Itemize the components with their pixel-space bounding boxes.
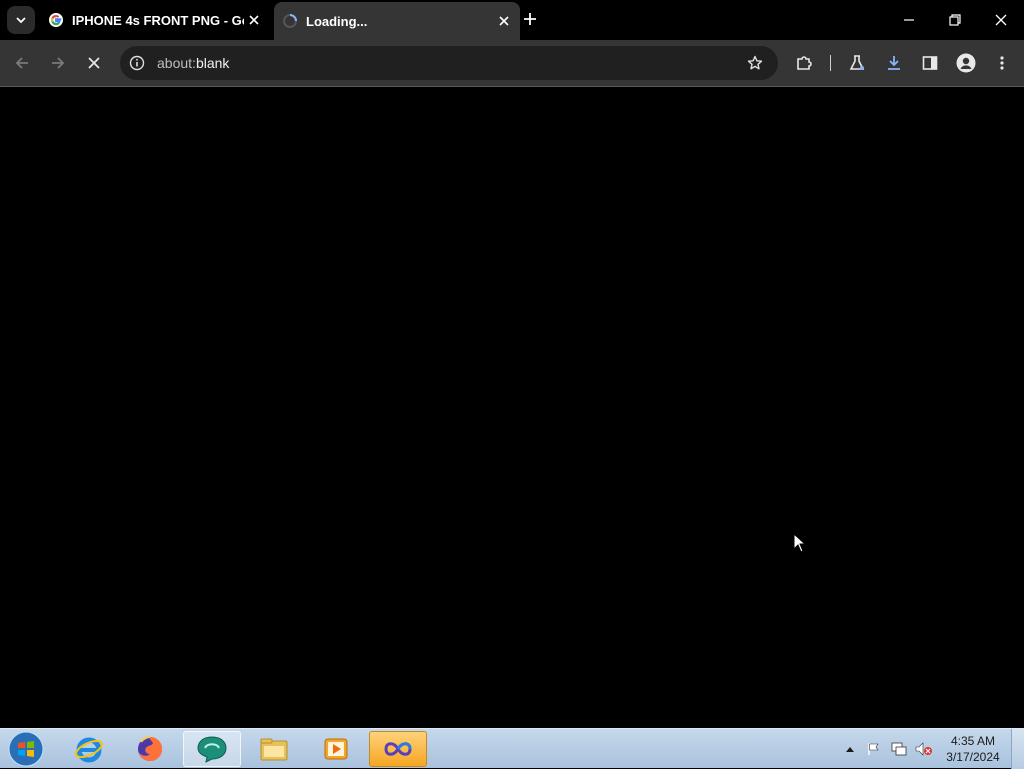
avatar-icon xyxy=(956,53,976,73)
taskbar: 4:35 AM 3/17/2024 xyxy=(0,728,1024,769)
spinner-icon xyxy=(282,13,298,29)
browser-toolbar: about:blank xyxy=(0,40,1024,86)
volume-muted-icon xyxy=(915,742,932,756)
download-icon xyxy=(888,56,900,70)
network-tray[interactable] xyxy=(888,729,910,769)
page-content[interactable] xyxy=(0,87,1024,728)
downloads-button[interactable] xyxy=(880,49,908,77)
firefox-icon xyxy=(138,736,163,761)
infinity-app-icon xyxy=(384,742,412,756)
minimize-button[interactable] xyxy=(886,0,932,40)
arrow-right-icon xyxy=(52,57,65,69)
forward-button[interactable] xyxy=(44,49,72,77)
menu-button[interactable] xyxy=(988,49,1016,77)
close-tab-icon[interactable] xyxy=(496,13,512,29)
taskbar-app-internet-explorer[interactable] xyxy=(60,731,118,767)
restore-button[interactable] xyxy=(932,0,978,40)
tab-google-search[interactable]: IPHONE 4s FRONT PNG - Google xyxy=(40,0,270,40)
side-panel-button[interactable] xyxy=(916,49,944,77)
flask-icon xyxy=(849,55,865,70)
google-icon xyxy=(48,12,64,28)
profile-button[interactable] xyxy=(952,49,980,77)
internet-explorer-icon xyxy=(75,737,103,763)
toolbar-separator xyxy=(830,55,831,71)
info-icon[interactable] xyxy=(128,54,146,72)
start-button[interactable] xyxy=(4,731,48,767)
clock-time: 4:35 AM xyxy=(950,734,996,748)
new-tab-button[interactable] xyxy=(519,8,541,30)
taskbar-app-file-explorer[interactable] xyxy=(245,731,303,767)
more-vertical-icon xyxy=(1000,56,1004,70)
minimize-icon xyxy=(904,19,914,21)
url-scheme: about: xyxy=(157,55,196,71)
close-window-button[interactable] xyxy=(978,0,1024,40)
tab-search-button[interactable] xyxy=(7,6,35,34)
extensions-button[interactable] xyxy=(790,49,818,77)
file-explorer-icon xyxy=(260,738,288,761)
clock-date: 3/17/2024 xyxy=(946,750,1000,764)
volume-tray[interactable] xyxy=(912,729,936,769)
close-icon xyxy=(995,14,1007,26)
tab-title: Loading... xyxy=(306,13,368,29)
address-bar[interactable]: about:blank xyxy=(120,46,778,80)
show-hidden-icons-button[interactable] xyxy=(843,729,857,769)
close-icon xyxy=(88,57,100,69)
media-player-icon xyxy=(324,738,348,760)
url-host: blank xyxy=(195,55,230,71)
windows-start-icon xyxy=(8,731,44,767)
plus-icon xyxy=(524,13,536,25)
tab-loading[interactable]: Loading... xyxy=(274,2,520,40)
chat-app-icon xyxy=(197,736,227,763)
taskbar-app-chat[interactable] xyxy=(183,731,241,767)
arrow-left-icon xyxy=(15,57,28,69)
taskbar-app-firefox[interactable] xyxy=(121,731,179,767)
labs-button[interactable] xyxy=(843,49,871,77)
restore-icon xyxy=(949,14,961,26)
flag-icon xyxy=(868,743,879,755)
taskbar-app-infinity[interactable] xyxy=(369,731,427,767)
back-button[interactable] xyxy=(8,49,36,77)
puzzle-icon xyxy=(797,56,812,70)
chevron-up-icon xyxy=(846,747,854,752)
close-tab-icon[interactable] xyxy=(246,12,262,28)
mouse-cursor-icon xyxy=(793,533,807,553)
tab-title: IPHONE 4s FRONT PNG - Google xyxy=(72,12,244,28)
system-clock[interactable]: 4:35 AM 3/17/2024 xyxy=(940,733,1006,765)
side-panel-icon xyxy=(922,56,938,70)
action-center-tray[interactable] xyxy=(864,729,884,769)
url-text: about:blank xyxy=(157,55,229,71)
bookmark-star-icon[interactable] xyxy=(746,54,764,72)
taskbar-app-media-player[interactable] xyxy=(307,731,365,767)
tab-strip: IPHONE 4s FRONT PNG - Google Loading... xyxy=(0,0,1024,40)
show-desktop-button[interactable] xyxy=(1011,729,1024,769)
chevron-down-icon xyxy=(16,17,26,24)
network-icon xyxy=(891,742,907,756)
stop-loading-button[interactable] xyxy=(80,49,108,77)
